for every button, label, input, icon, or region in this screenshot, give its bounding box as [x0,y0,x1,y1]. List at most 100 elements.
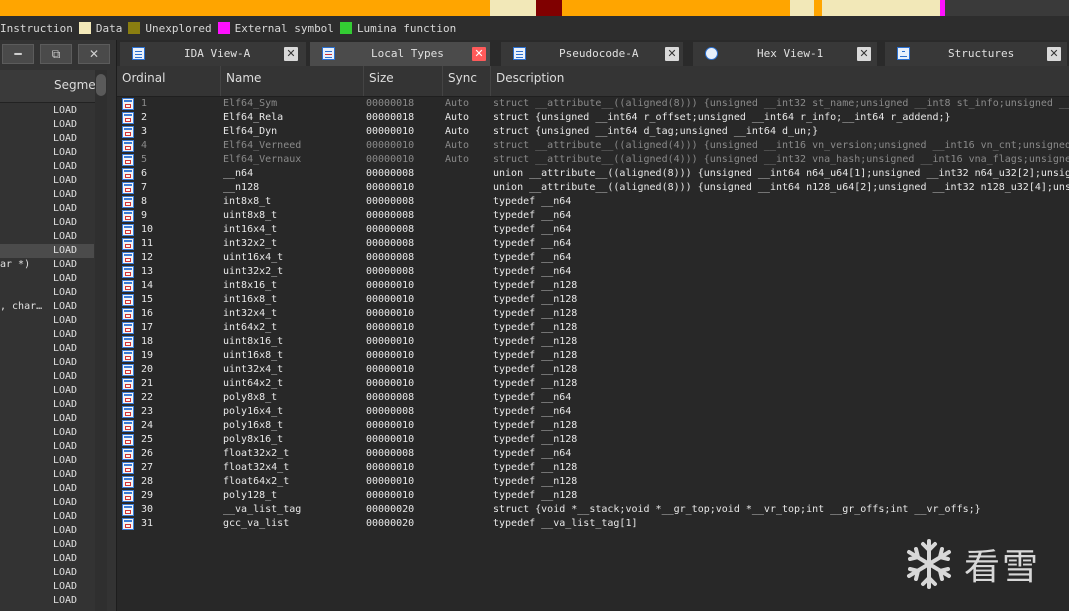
segment-row[interactable]: LOAD [0,104,94,118]
table-row[interactable]: 15 int16x8_t 00000010 typedef __n128 [117,293,1069,307]
table-row[interactable]: 31 gcc_va_list 00000020 typedef __va_list_t… [117,517,1069,531]
tab-structures[interactable]: Structures ✕ [885,42,1067,66]
table-row[interactable]: 19 uint16x8_t 00000010 typedef __n128 [117,349,1069,363]
segment-row[interactable]: LOAD [0,454,94,468]
table-row[interactable]: 8 int8x8_t 00000008 typedef __n64 [117,195,1069,209]
table-row[interactable]: 7 __n128 00000010 union __attribute__((alig… [117,181,1069,195]
table-row[interactable]: 12 uint16x4_t 00000008 typedef __n64 [117,251,1069,265]
segment-row[interactable]: LOAD [0,272,94,286]
segment-row[interactable]: LOAD [0,370,94,384]
table-row[interactable]: 22 poly8x8_t 00000008 typedef __n64 [117,391,1069,405]
tab-hex-view-1[interactable]: Hex View-1 ✕ [693,42,877,66]
segment-row[interactable]: LOAD [0,594,94,608]
nav-band-segment [945,0,1069,16]
segment-name: LOAD [53,231,78,242]
segment-row[interactable]: LOAD [0,328,94,342]
segment-row[interactable]: LOAD [0,538,94,552]
close-tab-icon[interactable]: ✕ [284,47,298,61]
cell-name: float64x2_t [223,476,290,487]
table-row[interactable]: 24 poly16x8_t 00000010 typedef __n128 [117,419,1069,433]
table-row[interactable]: 21 uint64x2_t 00000010 typedef __n128 [117,377,1069,391]
table-row[interactable]: 23 poly16x4_t 00000008 typedef __n64 [117,405,1069,419]
cell-name: float32x2_t [223,448,290,459]
segment-row[interactable]: LOAD [0,342,94,356]
close-panel-button[interactable]: ✕ [78,44,110,64]
cell-ordinal: 3 [141,126,148,137]
scrollbar-thumb[interactable] [96,74,106,96]
tab-ida-view-a[interactable]: IDA View-A ✕ [120,42,306,66]
float-button[interactable]: ⧉ [40,44,72,64]
segment-row[interactable]: LOAD [0,580,94,594]
segment-row[interactable]: LOAD [0,216,94,230]
table-row[interactable]: 27 float32x4_t 00000010 typedef __n128 [117,461,1069,475]
table-row[interactable]: 13 uint32x2_t 00000008 typedef __n64 [117,265,1069,279]
table-row[interactable]: 16 int32x4_t 00000010 typedef __n128 [117,307,1069,321]
table-row[interactable]: 10 int16x4_t 00000008 typedef __n64 [117,223,1069,237]
segment-column-header[interactable]: Segme [0,70,100,103]
segment-row[interactable]: LOAD [0,412,94,426]
table-row[interactable]: 11 int32x2_t 00000008 typedef __n64 [117,237,1069,251]
column-header-ordinal[interactable]: Ordinal [117,66,221,96]
table-row[interactable]: 1 Elf64_Sym 00000018 Auto struct __attribute… [117,97,1069,111]
table-row[interactable]: 9 uint8x8_t 00000008 typedef __n64 [117,209,1069,223]
close-tab-icon[interactable]: ✕ [1047,47,1061,61]
table-row[interactable]: 4 Elf64_Verneed 00000010 Auto struct __attri… [117,139,1069,153]
close-tab-icon[interactable]: ✕ [472,47,486,61]
segment-row[interactable]: LOAD [0,132,94,146]
cell-ordinal: 9 [141,210,148,221]
table-row[interactable]: 28 float64x2_t 00000010 typedef __n128 [117,475,1069,489]
segment-row[interactable]: LOAD [0,314,94,328]
navigation-band[interactable] [0,0,1069,16]
segment-row[interactable]: LOAD [0,468,94,482]
segment-row[interactable]: LOAD [0,356,94,370]
table-row[interactable]: 18 uint8x16_t 00000010 typedef __n128 [117,335,1069,349]
table-row[interactable]: 17 int64x2_t 00000010 typedef __n128 [117,321,1069,335]
segment-row[interactable]: LOAD [0,146,94,160]
segment-row[interactable]: LOAD [0,440,94,454]
segment-row[interactable]: LOAD [0,244,94,258]
column-header-name[interactable]: Name [221,66,364,96]
segment-row[interactable]: LOAD [0,118,94,132]
table-row[interactable]: 14 int8x16_t 00000010 typedef __n128 [117,279,1069,293]
column-header-description[interactable]: Description [491,66,1069,96]
table-row[interactable]: 20 uint32x4_t 00000010 typedef __n128 [117,363,1069,377]
table-row[interactable]: 5 Elf64_Vernaux 00000010 Auto struct __attri… [117,153,1069,167]
table-row[interactable]: 6 __n64 00000008 union __attribute__((align… [117,167,1069,181]
segment-row[interactable]: LOAD [0,566,94,580]
table-row[interactable]: 26 float32x2_t 00000008 typedef __n64 [117,447,1069,461]
table-row[interactable]: 30 __va_list_tag 00000020 struct {void *__s… [117,503,1069,517]
segment-row[interactable]: LOAD [0,174,94,188]
segment-row[interactable]: LOAD [0,482,94,496]
type-icon [122,182,134,194]
table-row[interactable]: 29 poly128_t 00000010 typedef __n128 [117,489,1069,503]
cell-ordinal: 17 [141,322,154,333]
segment-row[interactable]: LOAD [0,286,94,300]
segment-row[interactable]: LOAD [0,496,94,510]
segment-name: LOAD [53,455,78,466]
cell-size: 00000008 [366,266,415,277]
segment-row[interactable]: LOAD [0,552,94,566]
column-header-sync[interactable]: Sync [443,66,491,96]
segment-row[interactable]: LOAD [0,384,94,398]
segment-row[interactable]: LOAD [0,510,94,524]
segment-row[interactable]: , char… LOAD [0,300,94,314]
segment-row[interactable]: LOAD [0,426,94,440]
segment-row[interactable]: LOAD [0,202,94,216]
table-row[interactable]: 2 Elf64_Rela 00000018 Auto struct {unsigned … [117,111,1069,125]
tab-pseudocode-a[interactable]: Pseudocode-A ✕ [501,42,683,66]
table-row[interactable]: 3 Elf64_Dyn 00000010 Auto struct {unsigned _… [117,125,1069,139]
segment-row[interactable]: ar *) LOAD [0,258,94,272]
column-header-size[interactable]: Size [364,66,443,96]
segment-row[interactable]: LOAD [0,524,94,538]
table-row[interactable]: 25 poly8x16_t 00000010 typedef __n128 [117,433,1069,447]
minimize-button[interactable]: ━ [2,44,34,64]
vertical-scrollbar[interactable] [95,70,107,611]
close-tab-icon[interactable]: ✕ [665,47,679,61]
segment-row[interactable]: LOAD [0,398,94,412]
tab-local-types[interactable]: Local Types ✕ [310,42,490,66]
close-tab-icon[interactable]: ✕ [857,47,871,61]
cell-name: poly16x4_t [223,406,284,417]
segment-row[interactable]: LOAD [0,188,94,202]
segment-row[interactable]: LOAD [0,230,94,244]
segment-row[interactable]: LOAD [0,160,94,174]
